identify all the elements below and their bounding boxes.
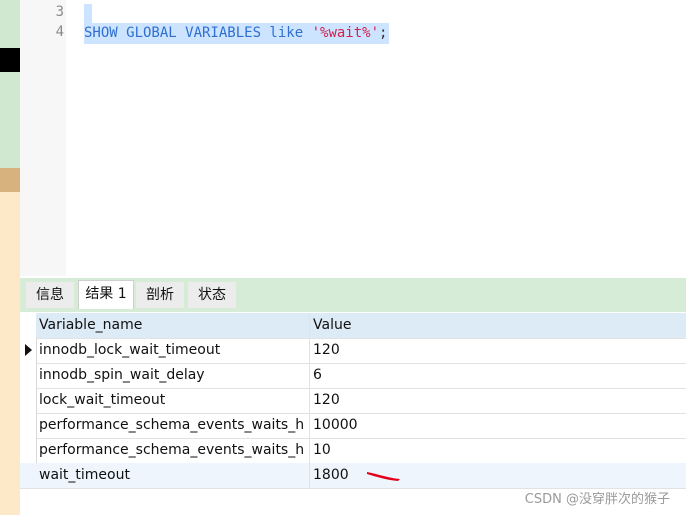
grid-header-row: Variable_name Value	[20, 313, 686, 339]
cell-value[interactable]: 120	[310, 388, 686, 413]
table-row[interactable]: performance_schema_events_waits_h 10	[20, 438, 686, 464]
tab-profile[interactable]: 剖析	[136, 282, 184, 308]
table-row[interactable]: performance_schema_events_waits_h 10000	[20, 413, 686, 439]
row-header[interactable]	[20, 413, 37, 438]
cell-variable-name[interactable]: lock_wait_timeout	[36, 388, 310, 413]
result-tab-bar: 信息 结果 1 剖析 状态	[20, 278, 686, 312]
cell-value[interactable]: 10	[310, 438, 686, 463]
row-header[interactable]	[20, 463, 37, 488]
cell-variable-name[interactable]: innodb_lock_wait_timeout	[36, 338, 310, 363]
cell-variable-name[interactable]: performance_schema_events_waits_h	[36, 438, 310, 463]
cell-variable-name[interactable]: innodb_spin_wait_delay	[36, 363, 310, 388]
strip-segment-green	[0, 72, 20, 168]
table-row[interactable]: innodb_lock_wait_timeout 120	[20, 338, 686, 364]
tab-status[interactable]: 状态	[188, 282, 236, 308]
sql-terminator: ;	[379, 25, 388, 41]
current-row-arrow-icon	[25, 344, 32, 356]
tab-info[interactable]: 信息	[26, 282, 74, 308]
cell-value[interactable]: 10000	[310, 413, 686, 438]
cell-variable-name[interactable]: wait_timeout	[36, 463, 310, 488]
row-header[interactable]	[20, 438, 37, 463]
row-header-corner	[20, 313, 37, 338]
sql-editor[interactable]: 3 4 SHOW GLOBAL VARIABLES like '%wait%';	[20, 0, 686, 276]
column-header-value[interactable]: Value	[310, 313, 686, 338]
table-row[interactable]: lock_wait_timeout 120	[20, 388, 686, 414]
strip-segment-green	[0, 0, 20, 48]
line-number: 4	[55, 24, 64, 40]
sql-string-literal: '%wait%'	[311, 25, 380, 41]
selection-highlight	[84, 4, 92, 23]
line-number: 3	[55, 4, 64, 20]
cell-variable-name[interactable]: performance_schema_events_waits_h	[36, 413, 310, 438]
strip-segment-tan	[0, 168, 20, 192]
line-number-gutter: 3 4	[20, 0, 66, 276]
row-header[interactable]	[20, 363, 37, 388]
sql-statement[interactable]: SHOW GLOBAL VARIABLES like '%wait%';	[84, 23, 390, 44]
column-header-variable-name[interactable]: Variable_name	[36, 313, 310, 338]
table-row[interactable]: wait_timeout 1800	[20, 463, 686, 489]
cell-value[interactable]: 6	[310, 363, 686, 388]
watermark: CSDN @没穿胖次的猴子	[524, 492, 670, 507]
table-row[interactable]: innodb_spin_wait_delay 6	[20, 363, 686, 389]
tab-result-1[interactable]: 结果 1	[78, 280, 134, 309]
red-annotation-mark	[367, 472, 400, 481]
row-header[interactable]	[20, 388, 37, 413]
cell-value[interactable]: 120	[310, 338, 686, 363]
strip-segment-black	[0, 48, 20, 72]
row-header[interactable]	[20, 338, 37, 363]
editor-left-strip	[0, 0, 20, 515]
sql-keywords: SHOW GLOBAL VARIABLES like	[84, 25, 304, 41]
